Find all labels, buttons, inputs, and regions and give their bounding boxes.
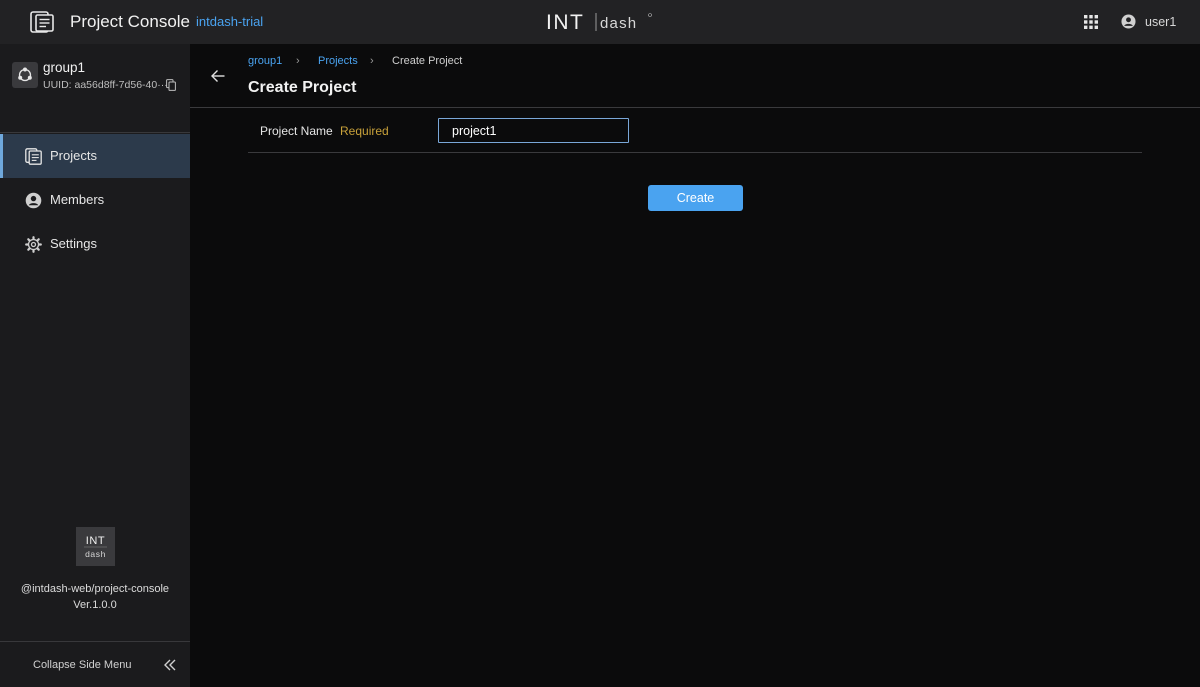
group-name: group1 (43, 60, 86, 75)
app-title[interactable]: Project Console (70, 11, 190, 33)
form-divider (248, 152, 1142, 153)
breadcrumb-group[interactable]: group1 (248, 55, 282, 68)
gear-icon (25, 236, 42, 253)
svg-text:dash: dash (600, 15, 637, 32)
create-button[interactable]: Create (648, 185, 743, 211)
sidebar: group1 UUID: aa56d8ff-7d56-40··· Project… (0, 44, 190, 687)
intdash-badge-logo: INT dash (76, 527, 115, 566)
top-bar: Project Console intdash-trial INT dash u… (0, 0, 1200, 44)
svg-text:INT: INT (86, 535, 106, 547)
member-icon (25, 192, 42, 209)
intdash-logo: INT dash (546, 11, 652, 34)
breadcrumb-current: Create Project (392, 55, 463, 67)
sidebar-footer-divider (0, 641, 190, 642)
sidebar-item-label: Members (50, 192, 105, 207)
sidebar-divider (0, 132, 190, 133)
environment-label: intdash-trial (196, 14, 264, 29)
projects-icon (25, 148, 42, 165)
group-card: group1 UUID: aa56d8ff-7d56-40··· (12, 60, 184, 100)
sidebar-item-label: Projects (50, 148, 97, 163)
user-name[interactable]: user1 (1145, 14, 1176, 30)
breadcrumb-separator: › (296, 55, 300, 67)
user-avatar-icon[interactable] (1121, 14, 1136, 29)
required-badge: Required (340, 124, 389, 138)
package-name: @intdash-web/project-console (20, 583, 170, 595)
sidebar-item-members[interactable]: Members (0, 178, 190, 222)
group-avatar (12, 62, 38, 88)
package-version: Ver.1.0.0 (73, 599, 117, 611)
apps-grid-icon[interactable] (1084, 15, 1098, 29)
document-console-icon[interactable] (30, 11, 54, 33)
sidebar-item-label: Settings (50, 236, 97, 251)
sidebar-item-settings[interactable]: Settings (0, 222, 190, 266)
project-name-label: Project Name (260, 124, 333, 138)
breadcrumb-projects[interactable]: Projects (318, 55, 358, 68)
intdash-badge-icon: INT dash (84, 535, 107, 559)
double-chevron-left-icon[interactable] (163, 658, 177, 672)
sidebar-item-projects[interactable]: Projects (0, 134, 190, 178)
group-network-icon (18, 67, 32, 82)
collapse-side-menu-button[interactable]: Collapse Side Menu (33, 658, 131, 672)
page-title: Create Project (248, 79, 357, 96)
copy-icon[interactable] (166, 79, 176, 91)
project-name-input[interactable] (438, 118, 629, 143)
svg-text:INT: INT (546, 11, 584, 34)
svg-text:dash: dash (85, 549, 106, 559)
arrow-left-icon[interactable] (210, 68, 226, 84)
breadcrumb-separator: › (370, 55, 374, 67)
header-divider (190, 107, 1200, 108)
group-uuid: UUID: aa56d8ff-7d56-40··· (43, 79, 168, 91)
